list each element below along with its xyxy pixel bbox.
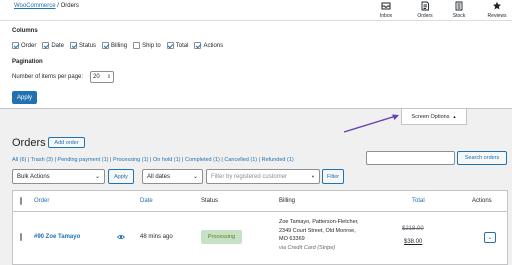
checkbox[interactable] (102, 42, 110, 49)
payment-method: via Credit Card (Stripe) (279, 244, 336, 251)
add-order-button[interactable]: Add order (48, 137, 85, 148)
caret-up-icon: ▲ (452, 114, 457, 119)
reviews-label: Reviews (487, 13, 507, 19)
items-per-page-value: 20 (93, 74, 100, 80)
checkbox[interactable] (166, 42, 174, 49)
inbox-label: Inbox (379, 13, 393, 19)
view-cancelled-link[interactable]: Cancelled (1) (224, 157, 257, 163)
actions-dropdown-button[interactable]: ⌄ (484, 232, 496, 243)
column-toggle-status[interactable]: Status (70, 42, 96, 49)
annotation-arrow-icon (343, 114, 399, 133)
page-title: Orders (12, 137, 46, 149)
checkbox[interactable] (70, 42, 78, 49)
breadcrumb-separator: / (57, 3, 59, 9)
bulk-apply-button[interactable]: Apply (108, 169, 134, 184)
column-toggle-order[interactable]: Order (12, 42, 36, 49)
view-refunded-link[interactable]: Refunded (1) (262, 157, 294, 163)
date-filter-select[interactable]: All dates ⌄ (142, 169, 203, 184)
stepper-icon: ⇕ (106, 74, 111, 80)
customer-filter-placeholder: Filter by registered customer (211, 173, 288, 180)
customer-filter-select[interactable]: Filter by registered customer ▼ (206, 169, 320, 184)
column-header-actions: Actions (472, 198, 492, 204)
items-per-page-input[interactable]: 20 ⇕ (90, 71, 114, 83)
column-header-billing: Billing (279, 198, 296, 204)
screen-options-tab-label: Screen Options (411, 113, 450, 120)
row-checkbox[interactable] (20, 233, 22, 241)
stock-icon (444, 1, 474, 13)
checkbox[interactable] (12, 42, 19, 49)
search-input[interactable] (366, 151, 455, 165)
items-per-page-label: Number of items per page: (12, 74, 84, 80)
column-header-status: Status (201, 198, 219, 204)
column-header-total[interactable]: Total (412, 198, 425, 204)
column-toggle-date[interactable]: Date (42, 42, 64, 49)
order-total: $38.00 (404, 239, 423, 245)
screen-options-tab[interactable]: Screen Options ▲ (401, 109, 467, 125)
view-on-hold-link[interactable]: On hold (1) (153, 157, 181, 163)
screen-options-apply-button[interactable]: Apply (12, 91, 37, 104)
view-all-link[interactable]: All (6) (12, 157, 26, 163)
select-all-checkbox[interactable] (20, 197, 22, 205)
caret-down-icon: ▼ (311, 174, 315, 179)
columns-heading: Columns (12, 28, 38, 34)
top-bar: WooCommerce / Orders Inbox Orders Stock … (0, 0, 512, 21)
screen-options-panel: Columns Order Date Status Billing Ship t… (0, 21, 512, 109)
breadcrumb-woocommerce-link[interactable]: WooCommerce (14, 3, 56, 9)
status-badge: Processing (201, 230, 242, 244)
column-toggle-total[interactable]: Total (166, 42, 188, 49)
checkbox[interactable] (194, 42, 202, 49)
column-toggle-billing[interactable]: Billing (102, 42, 127, 49)
inbox-icon (371, 1, 401, 13)
inbox-button[interactable]: Inbox (371, 1, 401, 19)
orders-label: Orders (417, 13, 433, 19)
orders-table: Order Date Status Billing Total Actions … (12, 190, 508, 265)
order-link[interactable]: #90 Zoe Tamayo (34, 234, 80, 240)
bulk-actions-value: Bulk Actions (17, 173, 50, 180)
reviews-button[interactable]: Reviews (482, 1, 512, 19)
chevron-down-icon: ⌄ (192, 174, 198, 180)
column-header-date[interactable]: Date (140, 198, 153, 204)
stock-label: Stock (452, 13, 466, 19)
original-total: $218.00 (402, 226, 424, 232)
columns-checkboxes: Order Date Status Billing Ship to Total … (12, 42, 229, 49)
stock-button[interactable]: Stock (444, 1, 474, 19)
breadcrumb: WooCommerce / Orders (14, 3, 79, 9)
pagination-heading: Pagination (12, 59, 43, 65)
orders-button[interactable]: Orders (410, 1, 440, 19)
filter-button[interactable]: Filter (322, 169, 344, 184)
chevron-down-icon: ⌄ (94, 174, 100, 180)
preview-eye-icon[interactable] (116, 234, 126, 240)
reviews-icon (482, 1, 512, 13)
view-processing-link[interactable]: Processing (1) (113, 157, 148, 163)
table-header-row: Order Date Status Billing Total Actions (13, 191, 507, 212)
billing-address: Zoe Tamayo, Patterson-Fletcher, 2349 Cou… (279, 219, 359, 251)
bulk-actions-select[interactable]: Bulk Actions ⌄ (12, 169, 105, 184)
date-filter-value: All dates (147, 173, 171, 180)
column-toggle-ship-to[interactable]: Ship to (133, 42, 161, 49)
view-completed-link[interactable]: Completed (1) (185, 157, 220, 163)
checkbox[interactable] (133, 42, 141, 49)
view-pending-payment-link[interactable]: Pending payment (1) (57, 157, 108, 163)
checkbox[interactable] (42, 42, 50, 49)
orders-icon (410, 1, 440, 13)
status-views: All (6) | Trash (3) | Pending payment (1… (12, 157, 294, 163)
search-orders-button[interactable]: Search orders (457, 151, 507, 165)
breadcrumb-current: Orders (60, 3, 79, 9)
view-trash-link[interactable]: Trash (3) (31, 157, 53, 163)
column-header-order[interactable]: Order (34, 198, 49, 204)
chevron-down-icon: ⌄ (487, 235, 493, 241)
table-row: #90 Zoe Tamayo 48 mins ago Processing Zo… (13, 213, 507, 265)
column-toggle-actions[interactable]: Actions (194, 42, 223, 49)
order-date: 48 mins ago (140, 234, 173, 240)
